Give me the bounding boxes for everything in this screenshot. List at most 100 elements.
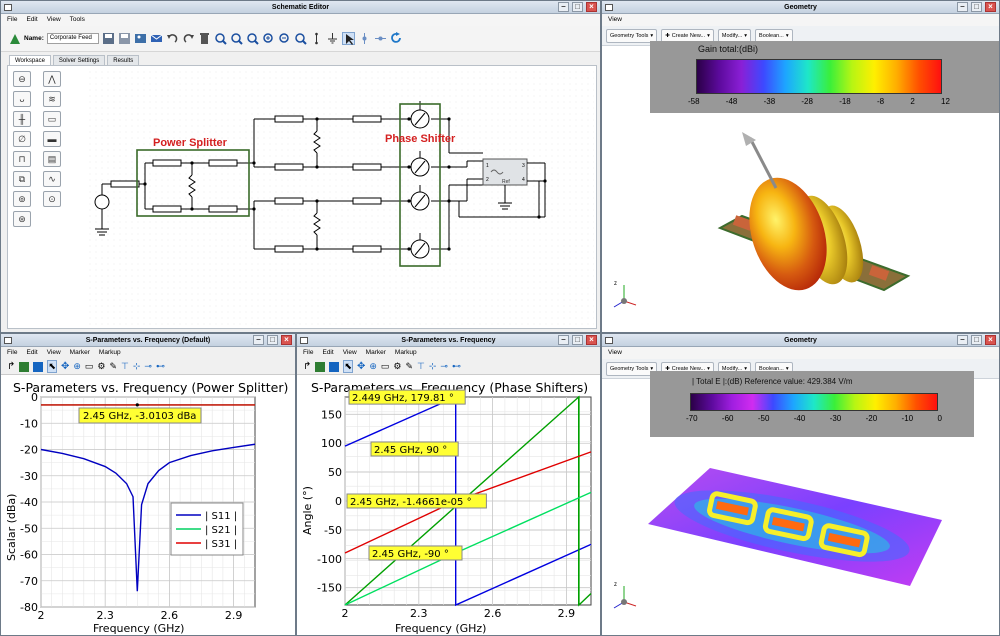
maximize-button[interactable]: □ [971, 335, 982, 345]
menu-edit[interactable]: Edit [322, 347, 333, 359]
menu-view[interactable]: View [47, 14, 61, 26]
ground-icon[interactable] [326, 32, 339, 45]
menu-view[interactable]: View [47, 347, 61, 359]
phase-shift-icon[interactable]: ∅ [13, 131, 31, 147]
block-icon[interactable]: ▬ [43, 131, 61, 147]
legend-icon[interactable]: ▭ [381, 361, 390, 372]
menu-markup[interactable]: Markup [99, 347, 121, 359]
window-title: Schematic Editor [271, 4, 330, 11]
save-as-icon[interactable] [118, 32, 131, 45]
marker-icon[interactable]: ⚙ [393, 361, 401, 372]
legend-icon[interactable]: ▭ [85, 361, 94, 372]
menu-file[interactable]: File [7, 347, 17, 359]
inductor-icon[interactable]: ᴗ [13, 91, 31, 107]
maximize-button[interactable]: □ [572, 335, 583, 345]
marker-move-icon[interactable]: ⊹ [133, 361, 141, 372]
menu-view[interactable]: View [608, 14, 622, 26]
resistor-icon[interactable]: ⋀ [43, 71, 61, 87]
menu-marker[interactable]: Marker [70, 347, 90, 359]
menu-view[interactable]: View [608, 347, 622, 359]
schematic-canvas[interactable]: Power Splitter Phase Shifter Ref 1 2 3 4 [89, 71, 594, 327]
pan-icon[interactable]: ✥ [61, 361, 69, 372]
pan-icon[interactable]: ✥ [357, 361, 365, 372]
marker-add-icon[interactable]: ⊤ [417, 361, 425, 372]
select-pointer-icon[interactable] [341, 32, 355, 45]
zoom-out-icon[interactable] [278, 32, 291, 45]
copy-image-icon[interactable] [329, 361, 340, 372]
zoom-icon[interactable] [246, 32, 259, 45]
email-icon[interactable] [150, 32, 163, 45]
name-field[interactable]: Corporate Feed [46, 33, 99, 44]
delete-icon[interactable] [198, 32, 211, 45]
select-icon[interactable]: ⬉ [47, 360, 57, 373]
antenna-icon[interactable]: ⊚ [13, 191, 31, 207]
close-button[interactable]: × [985, 2, 996, 12]
pen-icon[interactable]: ✎ [405, 361, 413, 372]
marker-prev-icon[interactable]: ⊷ [156, 361, 165, 372]
s-parameter-file-icon[interactable]: ▤ [43, 151, 61, 167]
vertical-wire-icon[interactable] [310, 32, 323, 45]
stub-icon[interactable]: ⊓ [13, 151, 31, 167]
close-button[interactable]: × [586, 335, 597, 345]
close-button[interactable]: × [586, 2, 597, 12]
pen-icon[interactable]: ✎ [109, 361, 117, 372]
efield-surface-3d[interactable] [642, 462, 952, 592]
menu-edit[interactable]: Edit [26, 14, 37, 26]
close-button[interactable]: × [281, 335, 292, 345]
source-icon[interactable]: ∿ [43, 171, 61, 187]
maximize-button[interactable]: □ [971, 2, 982, 12]
zoom-fit-icon[interactable] [214, 32, 227, 45]
port-icon[interactable]: ⊖ [13, 71, 31, 87]
menu-file[interactable]: File [7, 14, 17, 26]
close-button[interactable]: × [985, 335, 996, 345]
image-icon[interactable] [134, 32, 147, 45]
export-icon[interactable]: ↱ [303, 361, 311, 372]
maximize-button[interactable]: □ [572, 2, 583, 12]
zoom-icon[interactable]: ⊕ [73, 361, 81, 372]
capacitor-icon[interactable]: ╫ [13, 111, 31, 127]
coupled-inductor-icon[interactable]: ≋ [43, 91, 61, 107]
marker-next-icon[interactable]: ⊸ [440, 361, 448, 372]
undo-icon[interactable] [166, 32, 179, 45]
network-block-icon[interactable]: ⧉ [13, 171, 31, 187]
transmission-line-icon[interactable]: ▭ [43, 111, 61, 127]
marker-add-icon[interactable]: ⊤ [121, 361, 129, 372]
export-icon[interactable]: ↱ [7, 361, 15, 372]
marker-prev-icon[interactable]: ⊷ [452, 361, 461, 372]
minimize-button[interactable]: – [253, 335, 264, 345]
minimize-button[interactable]: – [558, 335, 569, 345]
redo-icon[interactable] [182, 32, 195, 45]
plot1-chart[interactable]: S-Parameters vs. Frequency (Power Splitt… [1, 377, 295, 635]
zoom-area-icon[interactable] [230, 32, 243, 45]
align-vertical-icon[interactable] [358, 32, 371, 45]
align-horizontal-icon[interactable] [374, 32, 387, 45]
marker-icon[interactable]: ⚙ [97, 361, 105, 372]
select-icon[interactable]: ⬉ [343, 360, 353, 373]
maximize-button[interactable]: □ [267, 335, 278, 345]
refresh-icon[interactable] [390, 32, 403, 45]
menu-edit[interactable]: Edit [26, 347, 37, 359]
menu-tools[interactable]: Tools [70, 14, 85, 26]
menu-marker[interactable]: Marker [366, 347, 386, 359]
menu-view[interactable]: View [343, 347, 357, 359]
marker-move-icon[interactable]: ⊹ [429, 361, 437, 372]
zoom-in-icon[interactable] [262, 32, 275, 45]
save-image-icon[interactable] [315, 361, 326, 372]
minimize-button[interactable]: – [957, 335, 968, 345]
zoom-reset-icon[interactable] [294, 32, 307, 45]
save-icon[interactable] [102, 32, 115, 45]
radiation-pattern-3d[interactable] [712, 126, 912, 306]
marker-next-icon[interactable]: ⊸ [144, 361, 152, 372]
efield-tick: -20 [865, 414, 878, 423]
menu-markup[interactable]: Markup [395, 347, 417, 359]
load-icon[interactable]: ⊙ [43, 191, 61, 207]
copy-image-icon[interactable] [33, 361, 44, 372]
gain-tick-row: -58 -48 -38 -28 -18 -8 2 12 [688, 97, 950, 106]
ground-port-icon[interactable]: ⊛ [13, 211, 31, 227]
zoom-icon[interactable]: ⊕ [369, 361, 377, 372]
minimize-button[interactable]: – [558, 2, 569, 12]
plot2-chart[interactable]: S-Parameters vs. Frequency (Phase Shifte… [297, 377, 600, 635]
menu-file[interactable]: File [303, 347, 313, 359]
minimize-button[interactable]: – [957, 2, 968, 12]
save-image-icon[interactable] [19, 361, 30, 372]
